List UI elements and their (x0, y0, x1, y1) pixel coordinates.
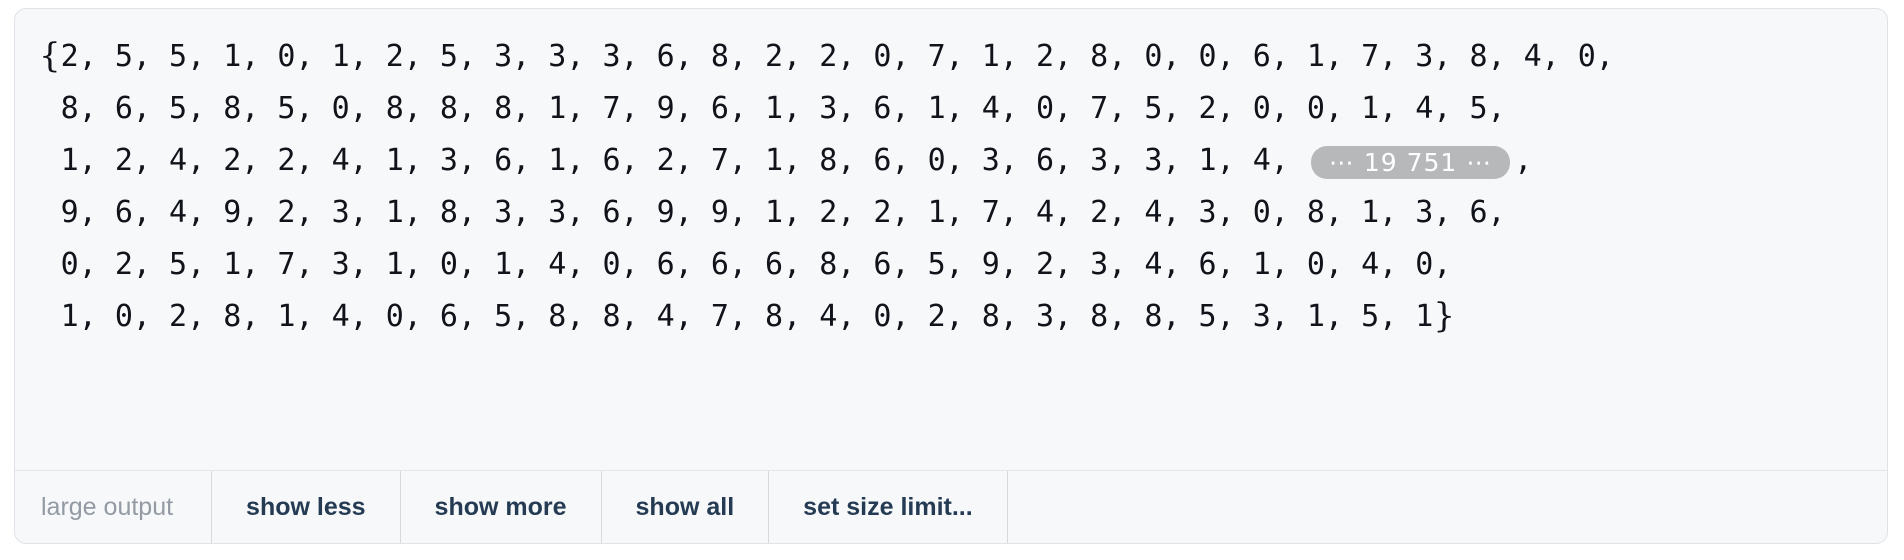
expression-line-with-badge: {1, 2, 4, 2, 2, 4, 1, 3, 6, 1, 6, 2, 7, … (15, 135, 1887, 187)
expression-line-text: 9, 6, 4, 9, 2, 3, 1, 8, 3, 3, 6, 9, 9, 1… (60, 195, 1506, 230)
show-all-button[interactable]: show all (602, 471, 770, 543)
large-output-status-label: large output (15, 471, 213, 543)
expression-line-text: 2, 5, 5, 1, 0, 1, 2, 5, 3, 3, 3, 6, 8, 2… (60, 39, 1614, 74)
set-size-limit-button[interactable]: set size limit... (769, 471, 1008, 543)
show-more-button[interactable]: show more (401, 471, 602, 543)
expression-line-text: 0, 2, 5, 1, 7, 3, 1, 0, 1, 4, 0, 6, 6, 6… (60, 247, 1452, 282)
open-brace: { (39, 36, 61, 76)
expression-line: {8, 6, 5, 8, 5, 0, 8, 8, 8, 1, 7, 9, 6, … (15, 83, 1887, 135)
close-brace: } (1433, 296, 1455, 336)
expression-line-text: 8, 6, 5, 8, 5, 0, 8, 8, 8, 1, 7, 9, 6, 1… (60, 91, 1506, 126)
expression-line: {9, 6, 4, 9, 2, 3, 1, 8, 3, 3, 6, 9, 9, … (15, 187, 1887, 239)
show-less-button[interactable]: show less (212, 471, 401, 543)
expression-line-text-after: , (1514, 143, 1533, 178)
output-action-bar: large output show less show more show al… (15, 470, 1887, 543)
expression-line-text: 1, 2, 4, 2, 2, 4, 1, 3, 6, 1, 6, 2, 7, 1… (60, 143, 1307, 178)
skipped-elements-badge[interactable]: ⋯ 19 751 ⋯ (1310, 145, 1511, 179)
action-bar-filler (1008, 471, 1887, 543)
expression-line: {1, 0, 2, 8, 1, 4, 0, 6, 5, 8, 8, 4, 7, … (15, 291, 1887, 343)
expression-line: {2, 5, 5, 1, 0, 1, 2, 5, 3, 3, 3, 6, 8, … (15, 31, 1887, 83)
expression-body: {2, 5, 5, 1, 0, 1, 2, 5, 3, 3, 3, 6, 8, … (15, 9, 1887, 343)
large-output-cell: {2, 5, 5, 1, 0, 1, 2, 5, 3, 3, 3, 6, 8, … (14, 8, 1888, 544)
expression-line-text: 1, 0, 2, 8, 1, 4, 0, 6, 5, 8, 8, 4, 7, 8… (60, 299, 1434, 334)
expression-line: {0, 2, 5, 1, 7, 3, 1, 0, 1, 4, 0, 6, 6, … (15, 239, 1887, 291)
